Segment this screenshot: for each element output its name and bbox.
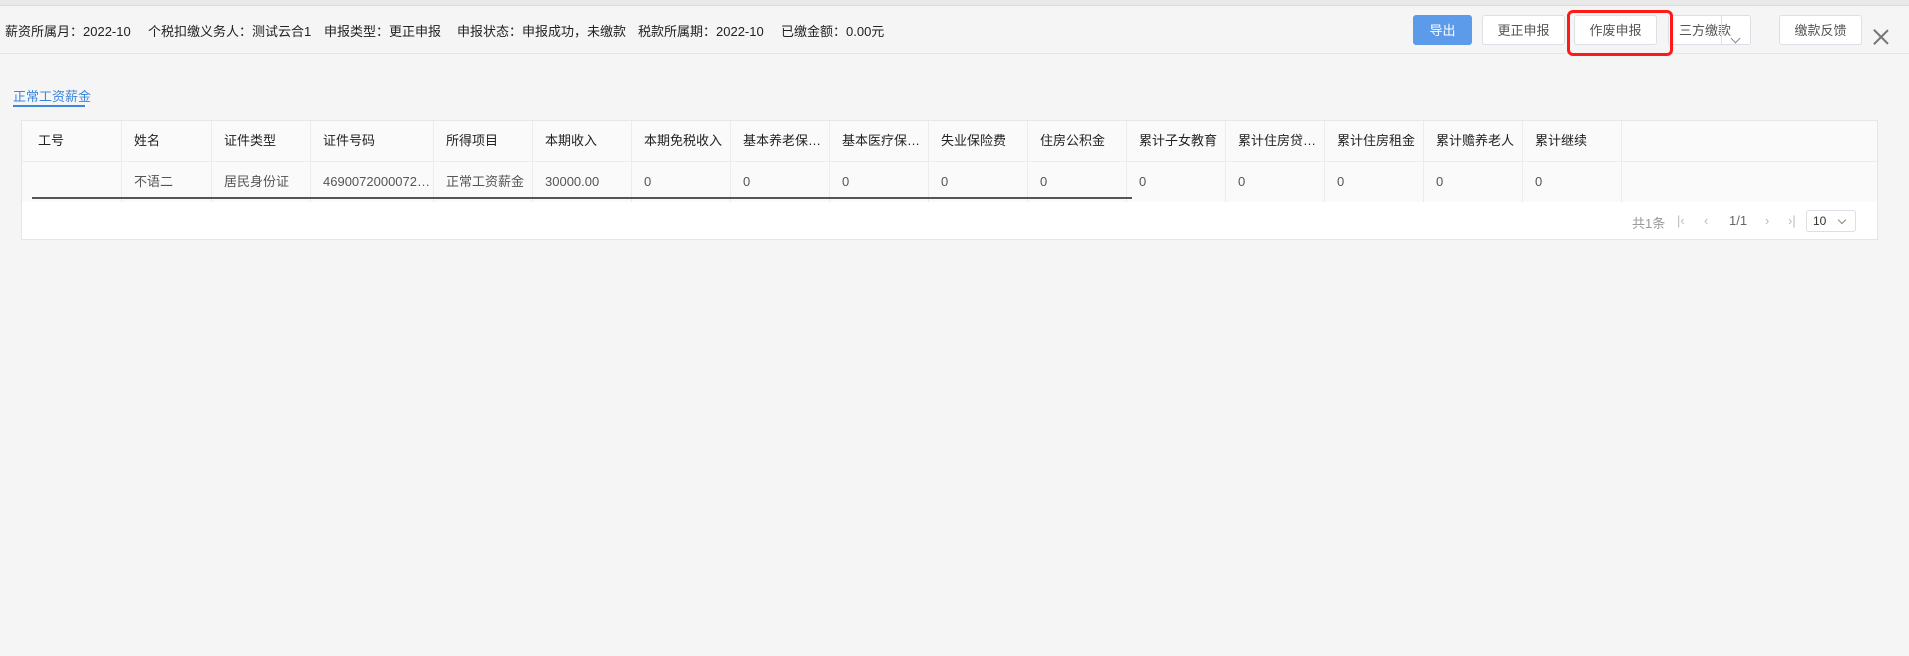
col-tax-free-income: 本期免税收入 (632, 121, 731, 161)
col-id-number: 证件号码 (311, 121, 434, 161)
page-size-value: 10 (1813, 214, 1827, 228)
col-pension-insurance: 基本养老保险费 (731, 121, 830, 161)
col-children-education: 累计子女教育 (1127, 121, 1226, 161)
page-indicator: 1/1 (1729, 213, 1748, 228)
cell-children-education: 0 (1127, 162, 1226, 202)
dropdown-toggle[interactable] (1721, 16, 1750, 44)
void-button-highlight (1567, 10, 1673, 56)
cell-elderly-support: 0 (1424, 162, 1523, 202)
chevron-down-icon (1730, 33, 1741, 44)
col-elderly-support: 累计赡养老人 (1424, 121, 1523, 161)
page-size-select[interactable]: 10 (1806, 210, 1856, 232)
last-page-icon[interactable]: ›| (1788, 213, 1796, 228)
table-row[interactable]: 不语二 居民身份证 4690072000072057… 正常工资薪金 30000… (22, 162, 1877, 202)
cell-current-income: 30000.00 (533, 162, 632, 202)
col-housing-fund: 住房公积金 (1028, 121, 1127, 161)
cell-housing-rent: 0 (1325, 162, 1424, 202)
cell-id-type: 居民身份证 (212, 162, 311, 202)
cell-unemployment-insurance: 0 (929, 162, 1028, 202)
tripartite-payment-dropdown[interactable]: 三方缴款 (1668, 15, 1751, 45)
col-name: 姓名 (122, 121, 212, 161)
cell-continuing-education: 0 (1523, 162, 1622, 202)
horizontal-scrollbar[interactable] (32, 197, 1132, 199)
close-icon[interactable] (1871, 27, 1891, 47)
cell-name: 不语二 (122, 162, 212, 202)
payment-feedback-button[interactable]: 缴款反馈 (1779, 15, 1862, 45)
cell-employee-id (22, 162, 122, 202)
col-housing-loan: 累计住房贷款… (1226, 121, 1325, 161)
col-housing-rent: 累计住房租金 (1325, 121, 1424, 161)
cell-housing-loan: 0 (1226, 162, 1325, 202)
tax-period: 税款所属期：2022-10 (638, 24, 764, 39)
active-tab-indicator (13, 105, 85, 107)
cell-income-item: 正常工资薪金 (434, 162, 533, 202)
pagination-total: 共1条 (1632, 216, 1666, 231)
withholding-agent: 个税扣缴义务人：测试云合1 (148, 24, 312, 39)
declaration-table-panel: 工号 姓名 证件类型 证件号码 所得项目 本期收入 本期免税收入 基本养老保险费… (21, 120, 1878, 240)
declaration-type: 申报类型：更正申报 (324, 24, 442, 39)
first-page-icon[interactable]: |‹ (1677, 213, 1685, 228)
table-header: 工号 姓名 证件类型 证件号码 所得项目 本期收入 本期免税收入 基本养老保险费… (22, 121, 1877, 162)
col-employee-id: 工号 (22, 121, 122, 161)
cell-housing-fund: 0 (1028, 162, 1127, 202)
cell-medical-insurance: 0 (830, 162, 929, 202)
col-medical-insurance: 基本医疗保险费 (830, 121, 929, 161)
prev-page-icon[interactable]: ‹ (1704, 213, 1708, 228)
next-page-icon[interactable]: › (1765, 213, 1769, 228)
paid-amount: 已缴金额：0.00元 (781, 24, 885, 39)
col-income-item: 所得项目 (434, 121, 533, 161)
col-continuing-education: 累计继续 (1523, 121, 1622, 161)
tab-regular-salary[interactable]: 正常工资薪金 (13, 86, 91, 105)
col-current-income: 本期收入 (533, 121, 632, 161)
chevron-down-icon (1837, 215, 1847, 225)
correct-declaration-button[interactable]: 更正申报 (1482, 15, 1565, 45)
export-button[interactable]: 导出 (1413, 15, 1472, 45)
cell-id-number: 4690072000072057… (311, 162, 434, 202)
col-id-type: 证件类型 (212, 121, 311, 161)
declaration-status: 申报状态：申报成功，未缴款 (457, 24, 627, 39)
cell-tax-free-income: 0 (632, 162, 731, 202)
col-unemployment-insurance: 失业保险费 (929, 121, 1028, 161)
cell-pension-insurance: 0 (731, 162, 830, 202)
salary-month: 薪资所属月：2022-10 (5, 24, 131, 39)
